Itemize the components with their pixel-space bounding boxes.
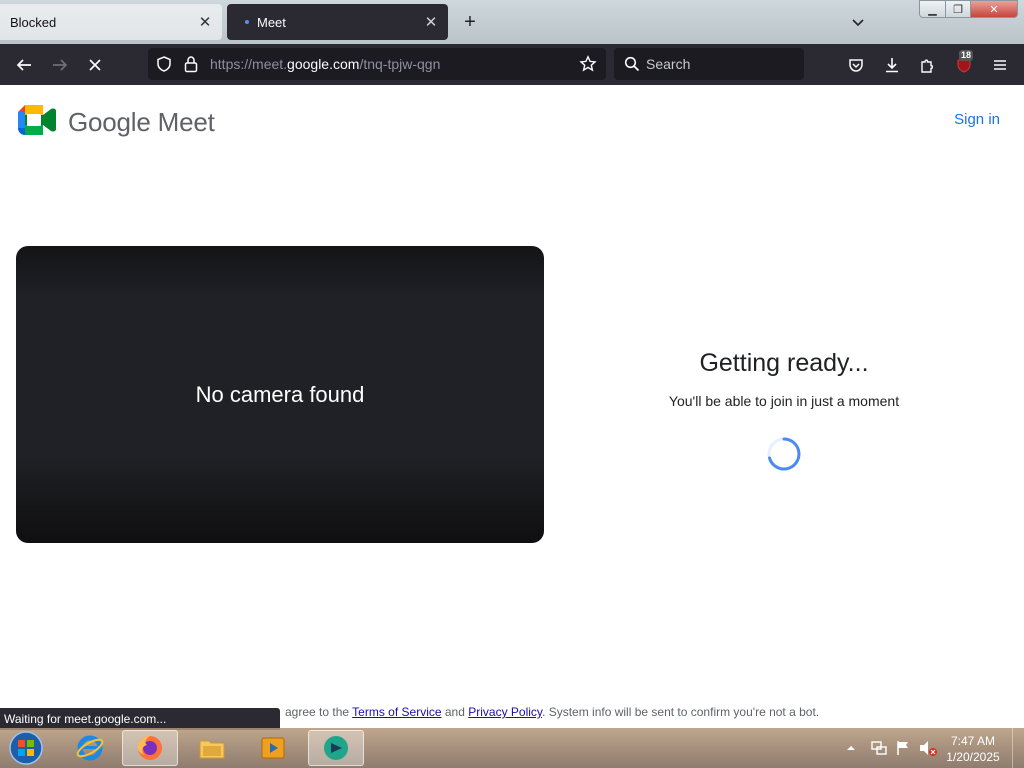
clock-date: 1/20/2025 (946, 750, 1000, 764)
forward-arrow-icon (53, 59, 68, 71)
search-box[interactable]: Search (614, 48, 804, 80)
url-text: https://meet.google.com/tnq-tpjw-qgn (210, 56, 440, 72)
start-button[interactable] (6, 730, 46, 766)
tab-meet[interactable]: Meet ✕ (227, 4, 448, 40)
stop-button[interactable] (82, 52, 108, 78)
shield-icon[interactable] (155, 55, 173, 73)
stop-icon (89, 59, 101, 71)
hamburger-menu-icon (994, 60, 1006, 70)
tab-list-button[interactable] (846, 10, 870, 34)
close-icon[interactable]: ✕ (196, 13, 214, 31)
folder-icon (199, 740, 225, 759)
footer-middle: and (441, 705, 469, 719)
internet-explorer-icon (76, 735, 104, 761)
search-icon (624, 56, 640, 72)
url-host: google.com (287, 56, 360, 72)
loading-dot-icon (245, 20, 249, 24)
volume-muted-icon[interactable] (918, 739, 938, 757)
search-placeholder: Search (646, 56, 691, 72)
sign-in-link[interactable]: Sign in (954, 111, 1000, 128)
address-bar[interactable]: https://meet.google.com/tnq-tpjw-qgn (148, 48, 606, 80)
taskbar-firefox[interactable] (122, 730, 178, 766)
brand-wordmark: Google Meet (68, 107, 215, 137)
pocket-icon (849, 59, 863, 72)
url-host-prefix: meet. (252, 56, 288, 72)
puzzle-icon (921, 59, 934, 73)
forward-button[interactable] (47, 52, 73, 78)
downloads-button[interactable] (879, 52, 905, 78)
tab-label: Blocked (10, 14, 57, 30)
back-arrow-icon (16, 59, 31, 71)
teamviewer-icon (324, 736, 348, 760)
taskbar-file-explorer[interactable] (184, 730, 240, 766)
getting-ready-subtitle: You'll be able to join in just a moment (668, 393, 900, 409)
extension-badge: 18 (959, 50, 974, 61)
url-path: /tnq-tpjw-qgn (359, 56, 441, 72)
windows-taskbar: 7:47 AM 1/20/2025 (0, 728, 1024, 768)
clock[interactable]: 7:47 AM 1/20/2025 (940, 733, 1006, 765)
firefox-icon (138, 736, 162, 760)
navigation-bar: https://meet.google.com/tnq-tpjw-qgn Sea… (0, 44, 1024, 85)
window-close-button[interactable]: ✕ (970, 0, 1018, 18)
system-tray (842, 728, 938, 768)
menu-button[interactable] (987, 52, 1013, 78)
windows-start-orb-icon (9, 731, 43, 765)
meet-header: Google Meet Sign in (0, 85, 1024, 159)
tab-label: Meet (257, 14, 286, 30)
footer-prefix: agree to the (285, 705, 353, 719)
no-camera-message: No camera found (195, 381, 365, 407)
star-icon[interactable] (579, 55, 597, 73)
new-tab-button[interactable]: + (458, 10, 482, 34)
extensions-button[interactable] (915, 52, 941, 78)
chevron-down-icon (852, 19, 864, 27)
show-desktop-button[interactable] (1012, 728, 1024, 768)
tab-blocked[interactable]: Blocked ✕ (0, 4, 222, 40)
action-center-flag-icon[interactable] (894, 739, 912, 757)
taskbar-media-player[interactable] (245, 730, 301, 766)
pocket-button[interactable] (843, 52, 869, 78)
show-hidden-icons-icon[interactable] (846, 743, 856, 753)
clock-time: 7:47 AM (950, 734, 996, 748)
footer-suffix: . System info will be sent to confirm yo… (542, 705, 820, 719)
camera-preview: No camera found (16, 246, 544, 543)
back-button[interactable] (11, 52, 37, 78)
getting-ready-title: Getting ready... (699, 349, 869, 377)
taskbar-teamviewer[interactable] (308, 730, 364, 766)
loading-spinner-icon (767, 437, 801, 471)
google-meet-logo-icon (18, 105, 56, 135)
lock-icon[interactable] (183, 55, 199, 73)
taskbar-internet-explorer[interactable] (62, 730, 118, 766)
close-icon[interactable]: ✕ (422, 13, 440, 31)
minimize-button[interactable]: ▁ (919, 0, 946, 18)
download-icon (886, 58, 898, 73)
footer-consent-text: agree to the Terms of Service and Privac… (285, 705, 819, 719)
status-bar: Waiting for meet.google.com... (0, 708, 280, 730)
url-scheme: https:// (210, 56, 253, 72)
network-icon[interactable] (870, 739, 888, 757)
privacy-policy-link[interactable]: Privacy Policy (468, 705, 542, 719)
maximize-button[interactable]: ❐ (945, 0, 971, 18)
media-player-icon (261, 737, 285, 759)
tab-strip: Blocked ✕ Meet ✕ + ▁ ❐ ✕ (0, 0, 1024, 44)
terms-of-service-link[interactable]: Terms of Service (352, 705, 441, 719)
